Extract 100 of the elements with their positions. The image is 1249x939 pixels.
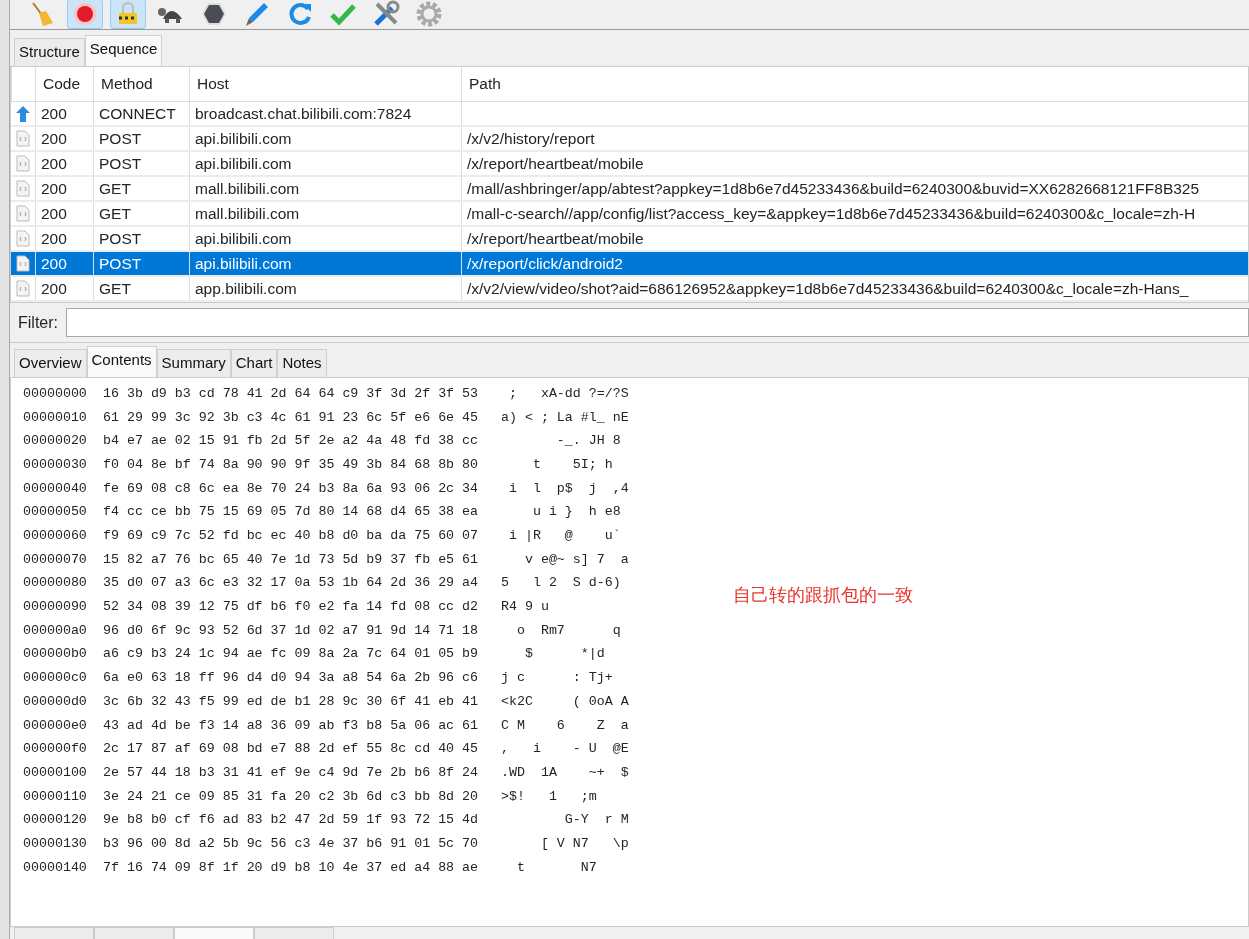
up-arrow-icon [16, 105, 30, 122]
hex-offset: 00000070 [23, 550, 88, 569]
ascii-text: u i } h e8 [531, 503, 622, 522]
ascii-text: .WD 1A ~+ $ [501, 763, 630, 782]
document-icon [16, 280, 30, 297]
table-cell-text: broadcast.chat.bilibili.com:7824 [195, 103, 412, 124]
path-cell-text: /mall/ashbringer/app/abtest?appkey=1d8b6e7d45233436&build=6240300&buvid=XX6282668121FF8B325 [467, 178, 1200, 199]
table-cell-text: api.bilibili.com [195, 128, 292, 149]
table-cell-text: app.bilibili.com [195, 278, 297, 299]
hex-offset: 00000000 [23, 384, 88, 403]
tab[interactable] [254, 927, 334, 939]
ascii-text: t 5I; h [531, 455, 614, 474]
hex-bytes: 7f 16 74 09 8f 1f 20 d9 b8 10 4e 37 ed a4 88 ae [103, 858, 480, 877]
tab[interactable]: Sequence [84, 34, 163, 66]
broom-icon [29, 1, 55, 27]
ascii-text: j c : Tj+ [501, 669, 614, 688]
table-row[interactable]: 200 GET mall.bilibili.com /mall-c-search//app/config/list?access_key=&appkey=1d8b6e7d45233436&build=6240300&c_locale=zh-H [11, 202, 1248, 227]
table-cell-text: 200 [41, 153, 67, 174]
refresh-icon [287, 1, 313, 27]
hex-offset: 00000100 [23, 763, 88, 782]
document-icon [16, 180, 30, 197]
hex-bytes: 35 d0 07 a3 6c e3 32 17 0a 53 1b 64 2d 36 29 a4 [103, 574, 480, 593]
table-cell-text: api.bilibili.com [195, 153, 292, 174]
document-icon [16, 205, 30, 222]
hex-bytes: 52 34 08 39 12 75 df b6 f0 e2 fa 14 fd 08 cc d2 [103, 598, 480, 617]
hex-offset: 000000b0 [23, 645, 88, 664]
ascii-text: a) < ; La #l_ nE [501, 408, 630, 427]
hex-bytes: 15 82 a7 76 bc 65 40 7e 1d 73 5d b9 37 fb e5 61 [103, 550, 480, 569]
table-cell-text: POST [99, 253, 142, 274]
hex-offset: 000000f0 [23, 740, 88, 759]
table-cell-text: 200 [41, 178, 67, 199]
hex-offset: 00000120 [23, 811, 88, 830]
table-cell-text: 200 [41, 253, 67, 274]
ascii-text: $ *|d [523, 645, 606, 664]
column-header[interactable]: Code [35, 67, 93, 101]
column-header[interactable]: Host [189, 67, 461, 101]
tab[interactable] [174, 927, 254, 939]
hex-bytes: 2e 57 44 18 b3 31 41 ef 9e c4 9d 7e 2b b6 8f 24 [103, 763, 480, 782]
column-header[interactable]: Path [461, 67, 1248, 101]
table-cell-text: GET [99, 203, 131, 224]
document-icon [16, 130, 30, 147]
tab[interactable] [94, 927, 174, 939]
hex-offset: 00000050 [23, 503, 88, 522]
tab[interactable]: Summary [156, 348, 231, 377]
path-cell-text: /x/v2/view/video/shot?aid=686126952&appkey=1d8b6e7d45233436&build=6240300&c_locale=zh-Hans_ [467, 278, 1189, 299]
table-cell-text: 200 [41, 228, 67, 249]
hex-bytes: a6 c9 b3 24 1c 94 ae fc 09 8a 2a 7c 64 01 05 b9 [103, 645, 480, 664]
ascii-text: i l p$ j ,4 [507, 479, 630, 498]
document-icon [16, 230, 30, 247]
table-row[interactable]: 200 POST api.bilibili.com /x/report/heartbeat/mobile [11, 152, 1248, 177]
path-cell-text: /x/v2/history/report [467, 128, 595, 149]
gear-icon [416, 1, 442, 27]
table-row[interactable]: 200 POST api.bilibili.com /x/report/click/android2 [11, 252, 1248, 277]
hex-bytes: 6a e0 63 18 ff 96 d4 d0 94 3a a8 54 6a 2b 96 c6 [103, 669, 480, 688]
annotation-text: 自己转的跟抓包的一致 [733, 583, 913, 607]
toolbar-button[interactable] [67, 0, 103, 29]
hex-offset: 00000110 [23, 787, 88, 806]
path-cell-text: /x/report/click/android2 [467, 253, 623, 274]
tab[interactable]: Notes [277, 348, 327, 377]
hex-bytes: f0 04 8e bf 74 8a 90 90 9f 35 49 3b 84 68 8b 80 [103, 455, 480, 474]
ascii-text: i |R @ u` [507, 527, 622, 545]
check-icon [330, 2, 356, 26]
ascii-text: o Rm7 q [515, 621, 622, 640]
tab[interactable]: Overview [14, 348, 87, 377]
path-cell-text: /x/report/heartbeat/mobile [467, 153, 644, 174]
table-cell-text: POST [99, 228, 142, 249]
hex-bytes: b3 96 00 8d a2 5b 9c 56 c3 4e 37 b6 91 01 5c 70 [103, 834, 480, 853]
tab[interactable]: Chart [230, 348, 278, 377]
column-header[interactable]: Method [93, 67, 189, 101]
path-cell-text: /x/report/heartbeat/mobile [467, 228, 644, 249]
filter-label: Filter: [18, 312, 58, 333]
padlock-icon [116, 1, 140, 27]
table-row[interactable]: 200 GET mall.bilibili.com /mall/ashbringer/app/abtest?appkey=1d8b6e7d45233436&build=6240300&buvid=XX6282668121FF8B325 [11, 177, 1248, 202]
table-row[interactable]: 200 CONNECT broadcast.chat.bilibili.com:7824 [11, 102, 1248, 127]
ascii-text: ; xA-dd ?=/?S [507, 384, 630, 403]
ascii-text: R4 9 u [501, 598, 550, 617]
record-icon [73, 2, 97, 26]
hex-bytes: f4 cc ce bb 75 15 69 05 7d 80 14 68 d4 65 38 ea [103, 503, 480, 522]
table-cell-text: GET [99, 178, 131, 199]
table-cell-text: 200 [41, 203, 67, 224]
filter-field[interactable] [66, 308, 1249, 337]
document-icon [16, 255, 30, 272]
table-row[interactable]: 200 POST api.bilibili.com /x/v2/history/report [11, 127, 1248, 152]
hex-bytes: 2c 17 87 af 69 08 bd e7 88 2d ef 55 8c cd 40 45 [103, 740, 480, 759]
hex-bytes: 16 3b d9 b3 cd 78 41 2d 64 64 c9 3f 3d 2f 3f 53 [103, 384, 480, 403]
hex-bytes: 96 d0 6f 9c 93 52 6d 37 1d 02 a7 91 9d 14 71 18 [103, 621, 480, 640]
table-cell-text: api.bilibili.com [195, 253, 292, 274]
ascii-text: [ V N7 \p [539, 834, 630, 853]
tab[interactable]: Contents [86, 345, 157, 377]
path-cell-text: /mall-c-search//app/config/list?access_key=&appkey=1d8b6e7d45233436&build=6240300&c_locale=zh-H [467, 203, 1196, 224]
table-cell-text: mall.bilibili.com [195, 178, 300, 199]
ascii-text: C M 6 Z a [501, 716, 630, 735]
ascii-text: <k2C ( 0oA A [501, 692, 630, 711]
ascii-text: v e@~ s] 7 a [523, 550, 630, 569]
hex-bytes: 43 ad 4d be f3 14 a8 36 09 ab f3 b8 5a 06 ac 61 [103, 716, 480, 735]
tab[interactable]: Structure [14, 37, 85, 66]
tab[interactable] [14, 927, 94, 939]
table-row[interactable]: 200 GET app.bilibili.com /x/v2/view/video/shot?aid=686126952&appkey=1d8b6e7d45233436&build=6240300&c_locale=zh-Hans_ [11, 277, 1248, 302]
pen-icon [244, 1, 270, 27]
hex-offset: 00000080 [23, 574, 88, 593]
